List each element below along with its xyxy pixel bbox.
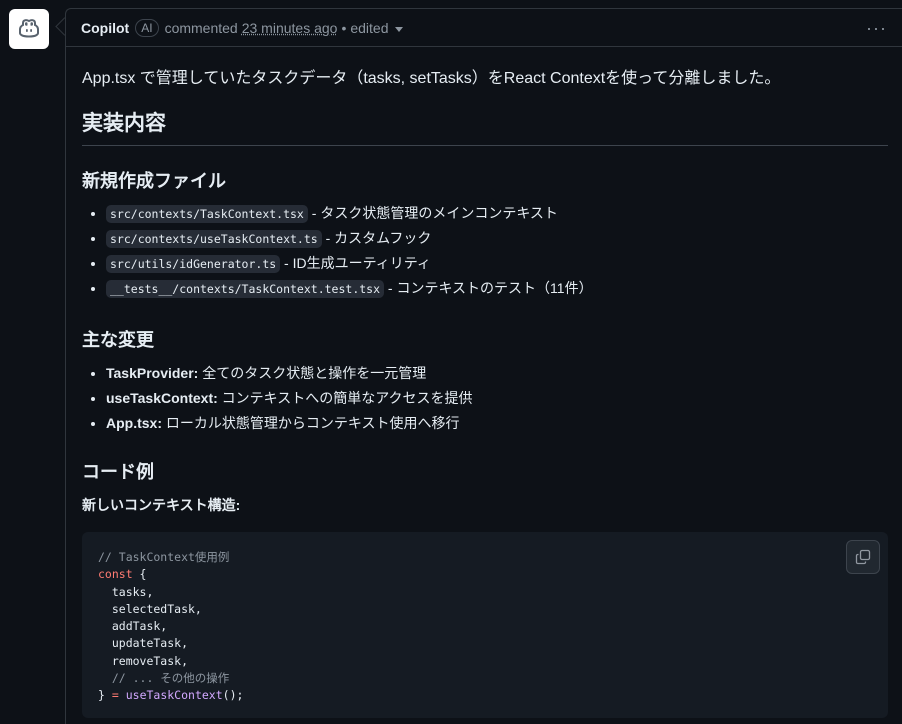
file-path: __tests__/contexts/TaskContext.test.tsx — [106, 280, 385, 298]
code-text: removeTask, — [98, 653, 189, 668]
copy-button[interactable] — [846, 540, 880, 574]
comment-box: Copilot AI commented 23 minutes ago • ed… — [65, 8, 902, 724]
edited-label: edited — [350, 19, 389, 36]
code-keyword: const — [98, 567, 133, 582]
edited-dropdown[interactable]: edited — [350, 19, 403, 36]
change-name: TaskProvider: — [106, 365, 199, 381]
code-content: // TaskContext使用例 const { tasks, selecte… — [82, 532, 888, 722]
heading-code-example: コード例 — [82, 462, 154, 482]
comment-header: Copilot AI commented 23 minutes ago • ed… — [66, 9, 902, 47]
change-name: useTaskContext: — [106, 390, 218, 406]
comment-action: commented — [164, 19, 238, 36]
code-text: (); — [222, 688, 244, 703]
kebab-menu-icon[interactable]: ··· — [866, 18, 887, 39]
new-files-list: src/contexts/TaskContext.tsx - タスク状態管理のメ… — [82, 201, 593, 301]
code-comment: // ... その他の操作 — [98, 671, 230, 686]
list-item: TaskProvider: 全てのタスク状態と操作を一元管理 — [106, 361, 473, 386]
list-item: src/contexts/TaskContext.tsx - タスク状態管理のメ… — [106, 201, 593, 226]
change-name: App.tsx: — [106, 415, 162, 431]
list-item: src/contexts/useTaskContext.ts - カスタムフック — [106, 226, 593, 251]
heading-main-changes: 主な変更 — [82, 330, 154, 350]
file-desc: - カスタムフック — [321, 230, 432, 246]
file-path: src/contexts/TaskContext.tsx — [106, 205, 308, 223]
change-desc: コンテキストへの簡単なアクセスを提供 — [217, 390, 473, 406]
file-desc: - タスク状態管理のメインコンテキスト — [307, 205, 558, 221]
ai-badge: AI — [135, 18, 159, 37]
code-text: selectedTask, — [98, 601, 202, 616]
copilot-avatar[interactable] — [9, 9, 49, 49]
separator: • — [341, 19, 347, 36]
heading-implementation: 実装内容 — [82, 107, 888, 146]
file-path: src/utils/idGenerator.ts — [106, 255, 281, 273]
file-desc: - ID生成ユーティリティ — [280, 255, 431, 271]
list-item: useTaskContext: コンテキストへの簡単なアクセスを提供 — [106, 386, 473, 411]
code-block: // TaskContext使用例 const { tasks, selecte… — [82, 532, 888, 718]
chevron-down-icon — [394, 26, 403, 32]
comment-timestamp[interactable]: 23 minutes ago — [242, 20, 338, 36]
code-function: useTaskContext — [118, 688, 223, 703]
code-text: } — [98, 688, 112, 703]
code-comment: // TaskContext使用例 — [98, 550, 230, 564]
list-item: __tests__/contexts/TaskContext.test.tsx … — [106, 276, 593, 301]
changes-list: TaskProvider: 全てのタスク状態と操作を一元管理 useTaskCo… — [82, 361, 473, 436]
code-text: updateTask, — [98, 636, 189, 651]
heading-new-files: 新規作成ファイル — [82, 171, 226, 191]
change-desc: 全てのタスク状態と操作を一元管理 — [198, 365, 427, 381]
list-item: App.tsx: ローカル状態管理からコンテキスト使用へ移行 — [106, 411, 473, 436]
author-link[interactable]: Copilot — [81, 20, 129, 36]
code-text: tasks, — [98, 584, 154, 599]
change-desc: ローカル状態管理からコンテキスト使用へ移行 — [162, 415, 460, 431]
file-path: src/contexts/useTaskContext.ts — [106, 230, 322, 248]
copilot-icon — [19, 19, 39, 38]
intro-text: App.tsx で管理していたタスクデータ（tasks, setTasks）をR… — [82, 70, 781, 87]
list-item: src/utils/idGenerator.ts - ID生成ユーティリティ — [106, 251, 593, 276]
code-subheading: 新しいコンテキスト構造: — [82, 497, 241, 513]
code-text: { — [132, 567, 147, 582]
code-text: addTask, — [98, 619, 168, 634]
copy-icon — [855, 549, 871, 565]
code-operator: = — [111, 688, 119, 703]
file-desc: - コンテキストのテスト（11件） — [384, 280, 593, 296]
